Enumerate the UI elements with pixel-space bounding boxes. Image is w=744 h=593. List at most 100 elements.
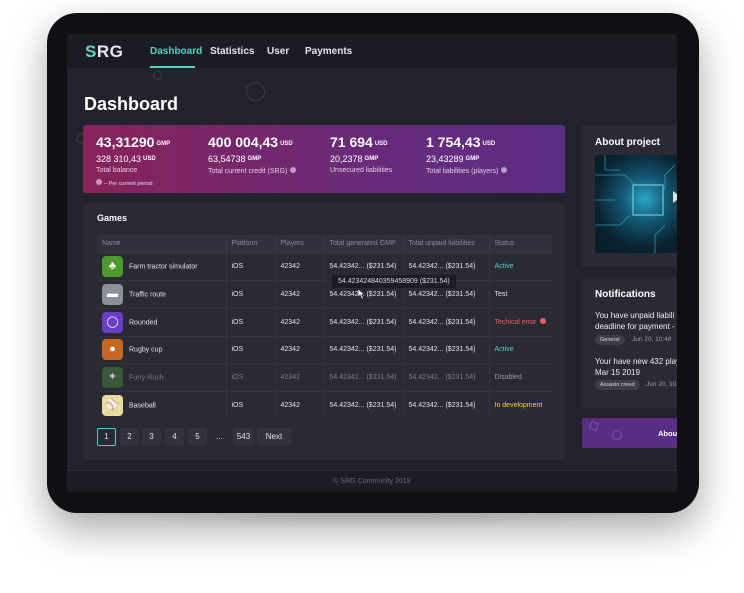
notification-tag[interactable]: Assasin creed <box>595 380 640 390</box>
nav-user[interactable]: User <box>267 46 289 57</box>
stat-secondary: 63,54738 <box>208 154 246 164</box>
page-5-button[interactable]: 5 <box>188 428 207 446</box>
promo-label: Abou <box>658 429 677 438</box>
game-platform: iOS <box>225 335 275 364</box>
info-icon[interactable] <box>501 167 508 173</box>
status-badge: Techical error <box>488 307 552 337</box>
furry-rush-icon: ✦ <box>102 367 123 389</box>
col-generated[interactable]: Total generated GMP <box>323 235 403 253</box>
status-badge: Disabled <box>488 363 552 392</box>
nav-payments[interactable]: Payments <box>305 46 352 57</box>
notification-time: Jun 20, 10 <box>646 381 677 388</box>
game-unpaid: 54.42342... ($231.54) <box>402 307 489 337</box>
page-4-button[interactable]: 4 <box>165 428 184 446</box>
game-unpaid: 54.42342... ($231.54) <box>402 363 489 392</box>
status-badge: Active <box>488 252 552 281</box>
col-players[interactable]: Players <box>274 235 324 253</box>
game-name[interactable]: Rugby cup <box>129 347 162 354</box>
stat-secondary-unit: GMP <box>247 156 262 162</box>
stat-label: Total balance <box>96 167 138 174</box>
page-1-button[interactable]: 1 <box>97 428 116 446</box>
error-icon <box>539 318 546 325</box>
game-name[interactable]: Farm tractor simulator <box>129 264 197 271</box>
stat-label: Unsecured liabilities <box>330 167 393 174</box>
game-platform: iOS <box>225 252 275 281</box>
decor-square <box>588 420 600 432</box>
stat-secondary: 20,2378 <box>330 154 363 164</box>
game-players: 42342 <box>274 280 324 309</box>
info-icon <box>96 179 102 185</box>
about-promo-card[interactable]: Abou <box>582 418 677 448</box>
notification-1-text[interactable]: You have unpaid liabili deadline for pay… <box>595 310 677 332</box>
game-name[interactable]: Rounded <box>129 319 157 326</box>
stat-unit: USD <box>482 141 496 147</box>
top-navigation: SRG Dashboard Statistics User Payments <box>67 34 677 68</box>
col-unpaid[interactable]: Total unpaid liabilities <box>402 235 489 253</box>
nav-statistics[interactable]: Statistics <box>210 46 254 57</box>
col-name[interactable]: Name <box>97 235 226 253</box>
page-2-button[interactable]: 2 <box>120 428 139 446</box>
nav-dashboard[interactable]: Dashboard <box>150 46 202 57</box>
table-row[interactable]: ● Rugby cup iOS 42342 54.42342... ($231.5… <box>97 335 552 364</box>
stat-label: Total current credit (SRG) <box>208 168 288 175</box>
games-table: Name Platform Players Total generated GM… <box>97 235 552 420</box>
page-last-button[interactable]: 543 <box>233 428 254 446</box>
game-generated: 54.42342... ($231.54) <box>323 307 403 337</box>
status-badge: Active <box>488 335 552 364</box>
mouse-cursor-icon <box>358 289 366 299</box>
col-platform[interactable]: Platform <box>225 235 275 253</box>
table-row[interactable]: ▬ Traffic route iOS 42342 54.42342... ($2… <box>97 280 552 309</box>
app-screen: SRG Dashboard Statistics User Payments D… <box>67 34 677 492</box>
notification-time: Jun 20, 10:48 <box>632 336 672 343</box>
game-players: 42342 <box>274 363 324 392</box>
period-note-text: – Per current period <box>104 181 153 187</box>
stat-unit: USD <box>374 141 388 147</box>
table-row[interactable]: ♣ Farm tractor simulator iOS 42342 54.423… <box>97 252 552 281</box>
stat-secondary-unit: GMP <box>364 156 379 162</box>
game-name[interactable]: Furry Rush <box>129 374 164 381</box>
about-project-card[interactable]: About project <box>582 125 677 267</box>
games-panel: Games Name Platform Players Total genera… <box>83 203 565 460</box>
status-badge: Test <box>488 280 552 309</box>
notification-line: Mar 15 2019 <box>595 368 640 377</box>
next-button[interactable]: Next <box>257 428 291 446</box>
active-tab-indicator <box>150 66 195 68</box>
value-tooltip: 54.423424840359458909 ($231.54) <box>332 275 456 288</box>
game-generated: 54.42342... ($231.54) <box>323 335 403 364</box>
srg-logo[interactable]: SRG <box>85 42 123 62</box>
notification-2-text[interactable]: Your have new 432 play Mar 15 2019 <box>595 356 677 378</box>
stat-secondary: 328 310,43 <box>96 154 142 164</box>
stat-label: Total liabilities (players) <box>426 168 499 175</box>
stat-unit: GMP <box>156 141 171 147</box>
status-badge: In development <box>488 390 552 420</box>
game-name[interactable]: Traffic route <box>129 291 166 298</box>
stat-unit: USD <box>280 141 293 147</box>
rugby-ball-icon: ● <box>102 339 123 361</box>
stat-secondary-unit: USD <box>143 156 156 162</box>
stat-value: 1 754,43 <box>426 134 481 150</box>
notification-line: Your have new 432 play <box>595 357 677 366</box>
table-row[interactable]: ◯ Rounded iOS 42342 54.42342... ($231.54)… <box>97 307 552 337</box>
stat-value: 400 004,43 <box>208 134 279 150</box>
notification-line: You have unpaid liabili <box>595 311 675 320</box>
decor-circle <box>153 71 162 80</box>
game-players: 42342 <box>274 307 324 337</box>
stat-current-credit: 400 004,43 USD 63,54738 GMP Total current … <box>208 134 297 175</box>
stat-value: 43,31290 <box>96 134 155 150</box>
game-players: 42342 <box>274 252 324 281</box>
game-players: 42342 <box>274 390 324 420</box>
col-status[interactable]: Status <box>488 235 552 253</box>
table-row[interactable]: ⚾ Baseball iOS 42342 54.42342... ($231.54… <box>97 390 552 420</box>
stat-secondary-unit: GMP <box>465 156 480 162</box>
game-platform: iOS <box>225 280 275 309</box>
rounded-icon: ◯ <box>102 311 123 333</box>
games-title: Games <box>97 213 128 223</box>
info-icon[interactable] <box>290 167 297 173</box>
page-3-button[interactable]: 3 <box>142 428 161 446</box>
game-name[interactable]: Baseball <box>129 402 156 409</box>
project-image[interactable] <box>595 155 677 253</box>
notifications-card: Notifications You have unpaid liabili de… <box>582 278 677 408</box>
traffic-route-icon: ▬ <box>102 284 123 306</box>
table-row[interactable]: ✦ Furry Rush iOS 42342 54.42342... ($231.… <box>97 363 552 392</box>
notification-tag[interactable]: General <box>595 335 625 345</box>
